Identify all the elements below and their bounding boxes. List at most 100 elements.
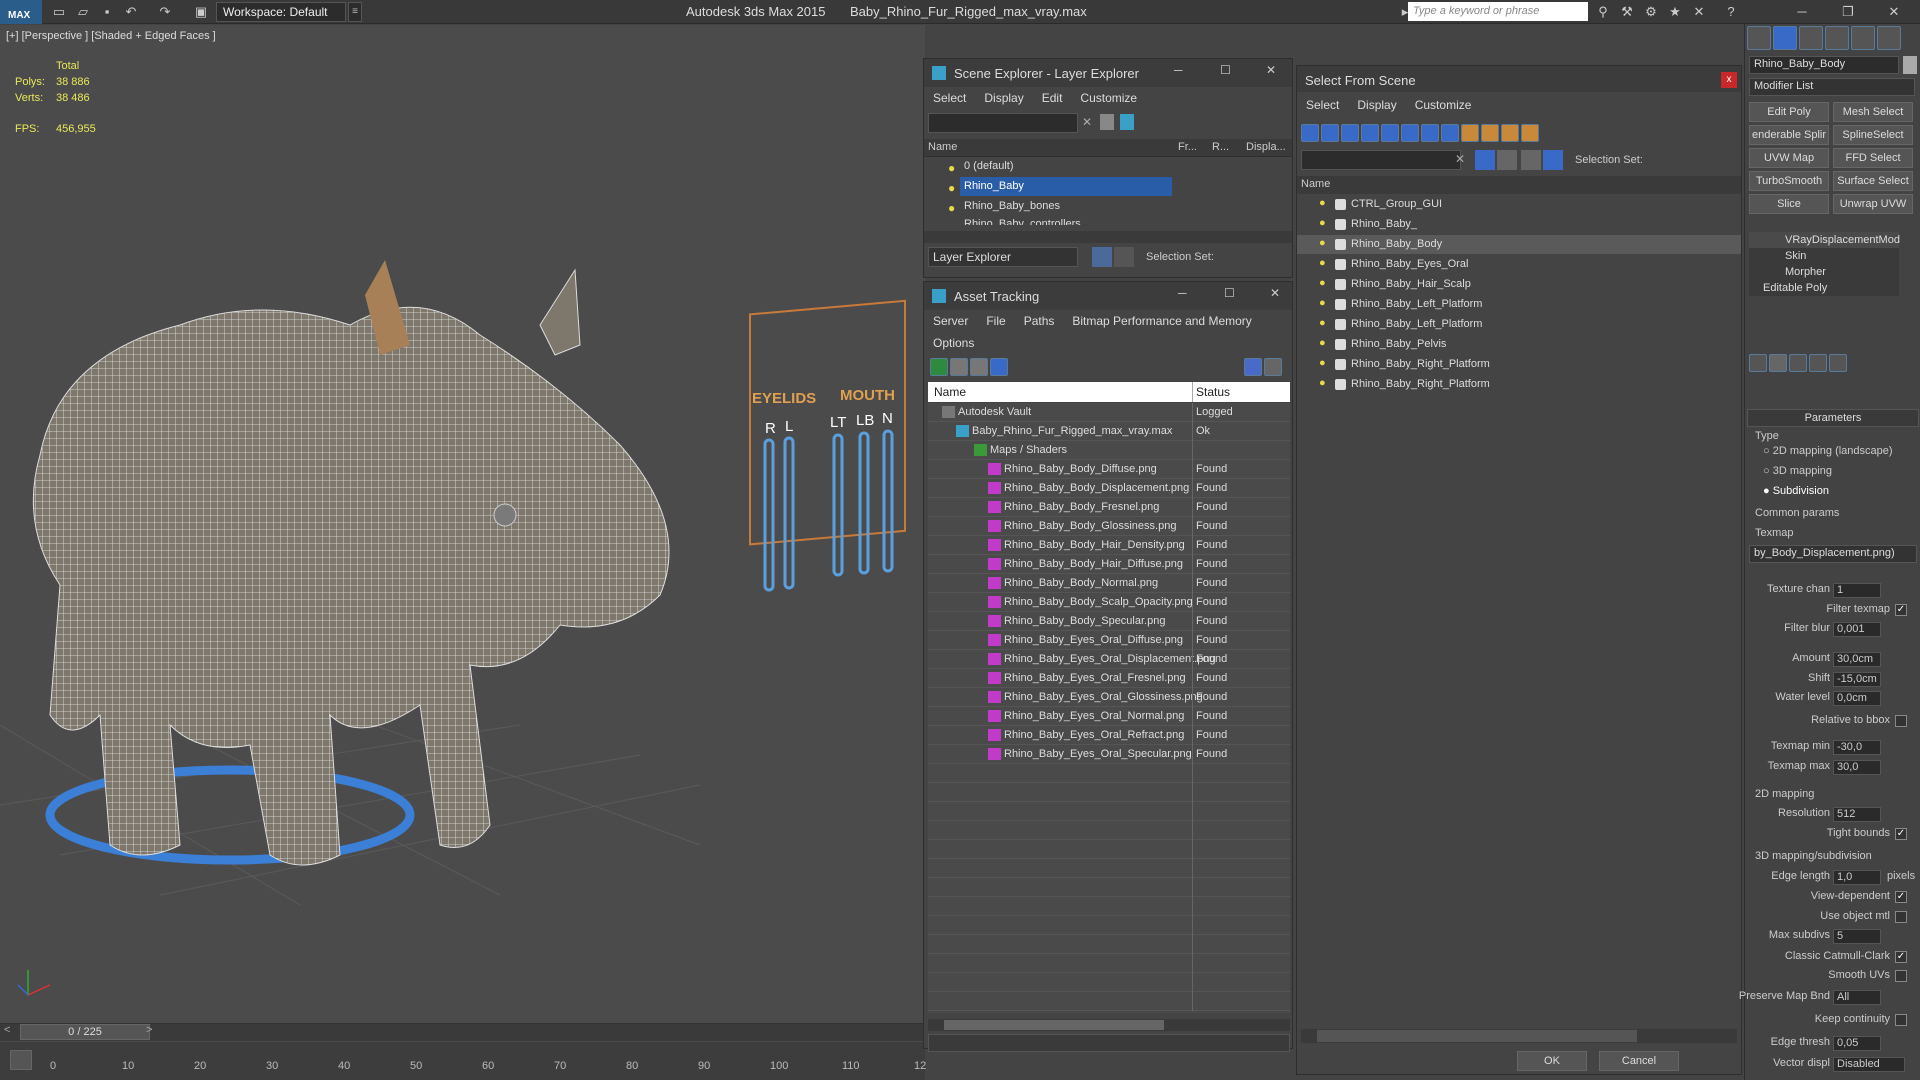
tight-bounds-checkbox[interactable]: ✓: [1895, 828, 1907, 840]
table-view-icon[interactable]: [990, 358, 1008, 376]
scene-object-row[interactable]: CTRL_Group_GUI: [1297, 195, 1741, 214]
display-shapes-icon[interactable]: [1321, 124, 1339, 142]
at-menu-file[interactable]: File: [977, 310, 1014, 332]
restore-icon[interactable]: ❐: [1836, 2, 1860, 22]
close-icon[interactable]: ✕: [1882, 2, 1906, 22]
asset-row[interactable]: Rhino_Baby_Body_Hair_Diffuse.png Found: [928, 555, 1290, 574]
display-helpers-icon[interactable]: [1381, 124, 1399, 142]
tools-icon[interactable]: ⚒: [1618, 3, 1636, 21]
exchange-icon[interactable]: ✕: [1690, 3, 1708, 21]
se-options-icon[interactable]: [1120, 114, 1134, 130]
display-lights-icon[interactable]: [1341, 124, 1359, 142]
sfs-search-input[interactable]: [1301, 150, 1461, 170]
asset-row[interactable]: Rhino_Baby_Body_Displacement.png Found: [928, 479, 1290, 498]
platform-controller[interactable]: [45, 765, 415, 865]
view-dependent-checkbox[interactable]: ✓: [1895, 891, 1907, 903]
lightbulb-icon[interactable]: ●: [1319, 197, 1326, 209]
modifier-button[interactable]: SplineSelect: [1833, 125, 1913, 145]
relative-bbox-checkbox[interactable]: [1895, 715, 1907, 727]
sfs-options-icon[interactable]: [1497, 150, 1517, 170]
texture-chan-spinner[interactable]: 1: [1833, 583, 1881, 598]
at-minimize-icon[interactable]: ─: [1178, 286, 1187, 300]
time-slider[interactable]: 0 / 225: [20, 1024, 150, 1040]
se-menu-display[interactable]: Display: [975, 87, 1032, 109]
display-containers-icon[interactable]: [1481, 124, 1499, 142]
hierarchy-icon[interactable]: [1114, 247, 1134, 267]
modifier-list-dropdown[interactable]: Modifier List: [1749, 78, 1915, 96]
open-file-icon[interactable]: ▱: [74, 3, 92, 21]
display-cameras-icon[interactable]: [1361, 124, 1379, 142]
se-clear-icon[interactable]: ✕: [1082, 115, 1092, 129]
scene-object-row[interactable]: Rhino_Baby_Right_Platform: [1297, 375, 1741, 394]
at-path-field[interactable]: [928, 1034, 1290, 1052]
sfs-hierarchy-icon[interactable]: [1543, 150, 1563, 170]
sfs-menu-display[interactable]: Display: [1348, 94, 1405, 116]
modifier-button[interactable]: Edit Poly: [1749, 102, 1829, 122]
modifier-button[interactable]: Slice: [1749, 194, 1829, 214]
modifier-button[interactable]: enderable Splir: [1749, 125, 1829, 145]
sfs-col-name[interactable]: Name: [1301, 178, 1330, 190]
help-icon[interactable]: ?: [1722, 3, 1740, 21]
asset-row[interactable]: Rhino_Baby_Eyes_Oral_Diffuse.png Found: [928, 631, 1290, 650]
sfs-clear-icon[interactable]: ✕: [1455, 152, 1465, 166]
edge-thresh-spinner[interactable]: 0,05: [1833, 1036, 1881, 1051]
display-geometry-icon[interactable]: [1301, 124, 1319, 142]
rhino-mesh[interactable]: [32, 260, 670, 866]
create-tab-icon[interactable]: [1747, 26, 1771, 50]
asset-row[interactable]: Rhino_Baby_Body_Glossiness.png Found: [928, 517, 1290, 536]
modify-tab-icon[interactable]: [1773, 26, 1797, 50]
scene-object-row[interactable]: Rhino_Baby_Hair_Scalp: [1297, 275, 1741, 294]
modifier-button[interactable]: FFD Select: [1833, 148, 1913, 168]
edge-length-spinner[interactable]: 1,0: [1833, 870, 1881, 885]
redo-icon[interactable]: ↷: [156, 3, 174, 21]
texmap-max-spinner[interactable]: 30,0: [1833, 760, 1881, 775]
asset-row[interactable]: Maps / Shaders: [928, 441, 1290, 460]
motion-tab-icon[interactable]: [1825, 26, 1849, 50]
scene-object-row[interactable]: Rhino_Baby_Left_Platform: [1297, 315, 1741, 334]
se-minimize-icon[interactable]: ─: [1174, 63, 1183, 77]
modifier-button[interactable]: TurboSmooth: [1749, 171, 1829, 191]
ok-button[interactable]: OK: [1517, 1051, 1587, 1071]
se-menu-select[interactable]: Select: [924, 87, 975, 109]
se-filter-icon[interactable]: [1100, 114, 1114, 130]
at-menu-bitmap[interactable]: Bitmap Performance and Memory: [1063, 310, 1260, 332]
refresh-icon[interactable]: [930, 358, 948, 376]
at-menu-options[interactable]: Options: [924, 332, 983, 354]
type-2d-radio[interactable]: ○ 2D mapping (landscape): [1763, 445, 1893, 457]
lightbulb-icon[interactable]: ●: [1319, 377, 1326, 389]
asset-row[interactable]: Rhino_Baby_Body_Normal.png Found: [928, 574, 1290, 593]
type-subdivision-radio[interactable]: ● Subdivision: [1763, 485, 1829, 497]
se-close-icon[interactable]: ✕: [1266, 63, 1276, 77]
scene-object-row[interactable]: Rhino_Baby_Eyes_Oral: [1297, 255, 1741, 274]
asset-row[interactable]: Rhino_Baby_Body_Hair_Density.png Found: [928, 536, 1290, 555]
favorites-icon[interactable]: ★: [1666, 3, 1684, 21]
binoculars-icon[interactable]: ⚲: [1594, 3, 1612, 21]
lightbulb-icon[interactable]: ●: [1319, 337, 1326, 349]
lightbulb-icon[interactable]: ●: [1319, 217, 1326, 229]
workspace-dropdown[interactable]: Workspace: Default: [216, 2, 346, 22]
scene-object-row[interactable]: Rhino_Baby_Left_Platform: [1297, 295, 1741, 314]
filter-texmap-checkbox[interactable]: ✓: [1895, 604, 1907, 616]
asset-row[interactable]: Rhino_Baby_Body_Specular.png Found: [928, 612, 1290, 631]
modifier-button[interactable]: Mesh Select: [1833, 102, 1913, 122]
lightbulb-icon[interactable]: ●: [948, 201, 955, 215]
lightbulb-icon[interactable]: ●: [1319, 317, 1326, 329]
sfs-filter-icon[interactable]: [1475, 150, 1495, 170]
modifier-button[interactable]: Unwrap UVW: [1833, 194, 1913, 214]
se-maximize-icon[interactable]: ☐: [1220, 63, 1231, 77]
layer-row-controllers[interactable]: Rhino_Baby_controllers: [964, 215, 1081, 225]
at-menu-paths[interactable]: Paths: [1015, 310, 1064, 332]
settings-icon[interactable]: [1264, 358, 1282, 376]
save-file-icon[interactable]: ▪: [98, 3, 116, 21]
prev-frame-icon[interactable]: <: [4, 1024, 10, 1036]
display-groups-icon[interactable]: [1421, 124, 1439, 142]
modifier-stack-item[interactable]: VRayDisplacementMod: [1749, 232, 1900, 248]
asset-row[interactable]: Rhino_Baby_Eyes_Oral_Normal.png Found: [928, 707, 1290, 726]
display-xrefs-icon[interactable]: [1441, 124, 1459, 142]
perspective-viewport[interactable]: EYELIDS MOUTH R L LT LB N [+] [Perspecti…: [0, 25, 925, 1045]
preserve-map-spinner[interactable]: All: [1833, 990, 1881, 1005]
remove-modifier-icon[interactable]: [1809, 354, 1827, 372]
search-input[interactable]: Type a keyword or phrase: [1408, 2, 1588, 21]
object-name-field[interactable]: Rhino_Baby_Body: [1749, 56, 1899, 74]
modifier-stack-item[interactable]: Morpher: [1749, 264, 1899, 280]
